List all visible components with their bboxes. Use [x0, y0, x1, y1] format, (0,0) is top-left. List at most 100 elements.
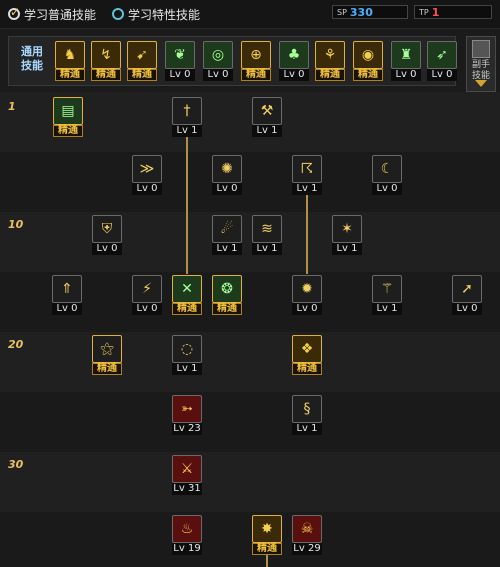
common-skill-slot[interactable]: ❦ Lv 0 — [165, 41, 195, 81]
common-skill-slot[interactable]: ♞ 精通 — [55, 41, 85, 81]
skill-slot[interactable]: ⚝ 精通 — [92, 335, 122, 375]
skill-level-label: 精通 — [91, 69, 121, 81]
skill-slot[interactable]: ▤ 精通 — [53, 97, 83, 137]
hammer-icon: ⚒ — [252, 97, 282, 125]
explosion-icon: ✸ — [252, 515, 282, 543]
learn-normal-radio[interactable]: 学习普通技能 — [8, 5, 96, 23]
skill-slot[interactable]: ☾ Lv 0 — [372, 155, 402, 195]
skill-level-label: Lv 31 — [172, 483, 202, 495]
slash-icon: ≋ — [252, 215, 282, 243]
shield-icon: ⛨ — [92, 215, 122, 243]
uppercut-icon: ⇑ — [52, 275, 82, 303]
skill-slot[interactable]: ≋ Lv 1 — [252, 215, 282, 255]
vortex-icon: ◌ — [172, 335, 202, 363]
skill-slot[interactable]: ✸ 精通 — [252, 515, 282, 555]
demon-icon: ☠ — [292, 515, 322, 543]
sub-skill-button[interactable]: 副手 技能 — [466, 36, 496, 92]
common-skill-slot[interactable]: ↯ 精通 — [91, 41, 121, 81]
crosshair-icon: ⊕ — [241, 41, 271, 69]
skill-slot[interactable]: ⚡ Lv 0 — [132, 275, 162, 315]
top-bar: 学习普通技能 学习特性技能 SP 330 TP 1 — [0, 0, 500, 29]
crescent-icon: ☾ — [372, 155, 402, 183]
skill-level-label: Lv 1 — [252, 243, 282, 255]
skill-slot[interactable]: † Lv 1 — [172, 97, 202, 137]
rune-icon: ❂ — [212, 275, 242, 303]
skill-slot[interactable]: § Lv 1 — [292, 395, 322, 435]
dagger-icon: † — [172, 97, 202, 125]
skill-level-label: Lv 0 — [372, 183, 402, 195]
mushroom-icon: ♣ — [279, 41, 309, 69]
sub-skill-icon — [472, 40, 490, 58]
feather-spear-icon: ➳ — [172, 395, 202, 423]
common-skill-slot[interactable]: ♜ Lv 0 — [391, 41, 421, 81]
level-marker: 10 — [8, 218, 24, 231]
tree-row-band — [0, 392, 500, 452]
tree-row-band — [0, 452, 500, 512]
skill-slot[interactable]: ⚒ Lv 1 — [252, 97, 282, 137]
common-skill-slot[interactable]: ⊕ 精通 — [241, 41, 271, 81]
learn-special-radio[interactable]: 学习特性技能 — [112, 5, 200, 23]
skill-slot[interactable]: ✶ Lv 1 — [332, 215, 362, 255]
sub-skill-label-line1: 副手 — [471, 60, 490, 70]
skill-level-label: Lv 1 — [172, 125, 202, 137]
skill-slot[interactable]: ⛨ Lv 0 — [92, 215, 122, 255]
tree-row-band — [0, 512, 500, 567]
sp-counter: SP 330 — [332, 5, 408, 19]
spin-icon: ☈ — [292, 155, 322, 183]
checked-icon — [8, 5, 20, 20]
skill-slot[interactable]: ✕ 精通 — [172, 275, 202, 315]
skill-slot[interactable]: ☠ Lv 29 — [292, 515, 322, 555]
skill-slot[interactable]: ❂ 精通 — [212, 275, 242, 315]
sp-value: 330 — [349, 5, 373, 19]
skill-level-label: Lv 0 — [452, 303, 482, 315]
skill-slot[interactable]: ⚚ Lv 1 — [372, 275, 402, 315]
skill-level-label: Lv 1 — [172, 363, 202, 375]
common-skill-slot[interactable]: ➶ Lv 0 — [427, 41, 457, 81]
skill-level-label: 精通 — [353, 69, 383, 81]
skill-level-label: 精通 — [172, 303, 202, 315]
crouch-icon: ⚘ — [315, 41, 345, 69]
skill-slot[interactable]: ⇑ Lv 0 — [52, 275, 82, 315]
common-skill-slot[interactable]: ◎ Lv 0 — [203, 41, 233, 81]
tp-tag: TP — [419, 7, 429, 17]
skill-slot[interactable]: ☈ Lv 1 — [292, 155, 322, 195]
skill-slot[interactable]: ☄ Lv 1 — [212, 215, 242, 255]
skill-slot[interactable]: ✺ Lv 0 — [212, 155, 242, 195]
common-skill-slot[interactable]: ⚘ 精通 — [315, 41, 345, 81]
skill-level-label: 精通 — [315, 69, 345, 81]
common-skill-label-line2: 技能 — [21, 59, 43, 72]
coins-icon: ❖ — [292, 335, 322, 363]
eye-icon: ◉ — [353, 41, 383, 69]
skill-slot[interactable]: ⚔ Lv 31 — [172, 455, 202, 495]
skill-level-label: 精通 — [127, 69, 157, 81]
skill-slot[interactable]: ≫ Lv 0 — [132, 155, 162, 195]
sp-tag: SP — [337, 7, 347, 17]
skill-level-label: Lv 0 — [165, 69, 195, 81]
skill-level-label: Lv 1 — [372, 303, 402, 315]
skill-level-label: Lv 0 — [132, 183, 162, 195]
tp-counter: TP 1 — [414, 5, 492, 19]
skill-level-label: Lv 0 — [391, 69, 421, 81]
learn-special-label: 学习特性技能 — [128, 7, 201, 22]
skill-slot[interactable]: ➚ Lv 0 — [452, 275, 482, 315]
skill-slot[interactable]: ➳ Lv 23 — [172, 395, 202, 435]
skill-slot[interactable]: ◌ Lv 1 — [172, 335, 202, 375]
skill-level-label: 精通 — [292, 363, 322, 375]
skill-level-label: 精通 — [53, 125, 83, 137]
common-skill-slot[interactable]: ➹ 精通 — [127, 41, 157, 81]
skill-slot[interactable]: ❖ 精通 — [292, 335, 322, 375]
runner-icon: ☄ — [212, 215, 242, 243]
tree-row-band — [0, 332, 500, 392]
skill-level-label: Lv 0 — [203, 69, 233, 81]
walk-icon: ➶ — [427, 41, 457, 69]
target-icon: ◎ — [203, 41, 233, 69]
skill-level-label: 精通 — [92, 363, 122, 375]
skill-slot[interactable]: ✹ Lv 0 — [292, 275, 322, 315]
common-skill-slot[interactable]: ◉ 精通 — [353, 41, 383, 81]
tree-row-band — [0, 212, 500, 272]
cross-blades-icon: ✕ — [172, 275, 202, 303]
skill-slot[interactable]: ♨ Lv 19 — [172, 515, 202, 555]
dash-icon: ≫ — [132, 155, 162, 183]
common-skill-slot[interactable]: ♣ Lv 0 — [279, 41, 309, 81]
spear-icon: ➚ — [452, 275, 482, 303]
